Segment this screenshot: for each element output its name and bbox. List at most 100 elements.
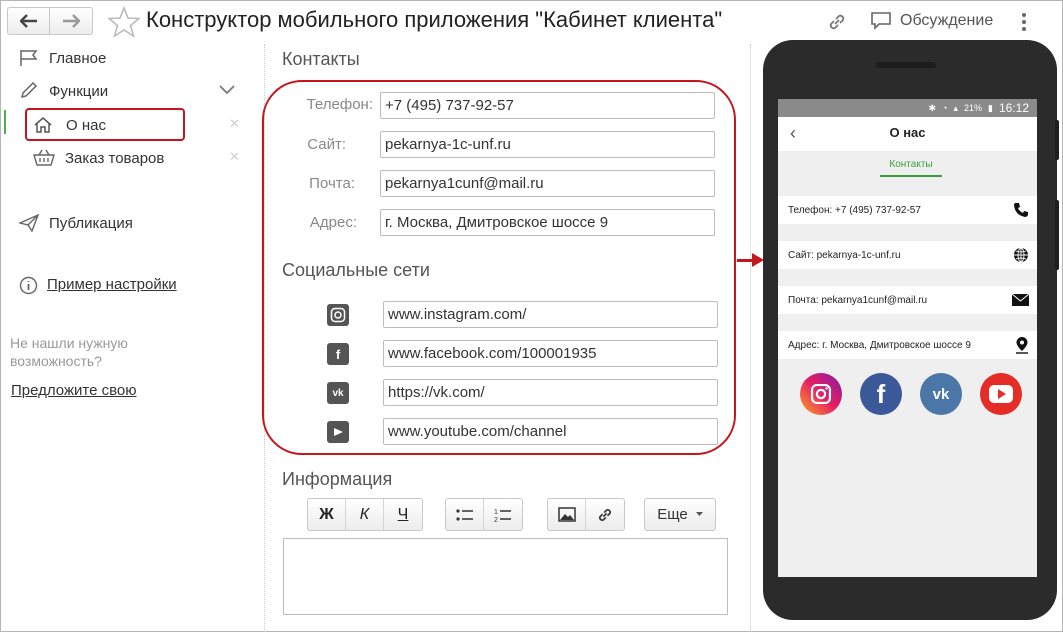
more-label: Еще [657,506,688,523]
flag-icon [20,50,38,66]
wifi-icon: ◔ [942,103,948,113]
sidebar-item-label: Функции [49,82,109,100]
back-button[interactable] [7,7,50,35]
numbered-list-icon: 12 [494,509,511,523]
status-bar: ✱ ◔ ▴ 21% ▮ 16:12 [778,99,1037,117]
info-title: Информация [282,469,393,489]
clock: 16:12 [998,101,1029,115]
bold-button[interactable]: Ж [308,499,346,530]
insert-image-button[interactable] [548,499,586,530]
site-field[interactable] [380,131,715,158]
info-icon [19,276,38,295]
site-row[interactable]: Сайт: pekarnya-1c-unf.ru [778,241,1037,269]
link-icon[interactable] [826,11,848,33]
address-field[interactable] [380,209,715,236]
battery-icon: ▮ [988,102,993,113]
phone-label: Телефон: [306,96,373,113]
email-label: Почта: [309,175,355,192]
more-button[interactable]: Еще [644,498,716,531]
info-textarea[interactable] [283,538,728,615]
email-row[interactable]: Почта: pekarnya1cunf@mail.ru [778,286,1037,314]
insert-toolbar [547,498,625,531]
phone-field[interactable] [380,92,715,119]
phone-row[interactable]: Телефон: +7 (495) 737-92-57 [778,196,1037,224]
page-title: Конструктор мобильного приложения "Кабин… [146,7,723,32]
italic-button[interactable]: К [346,499,384,530]
example-settings-link[interactable]: Пример настройки [47,276,177,293]
phone-button [1055,120,1059,160]
pencil-icon [20,82,38,99]
sidebar-item-functions[interactable]: Функции [19,82,108,100]
favorite-star-icon[interactable] [108,6,140,38]
sidebar-item-label: Публикация [49,214,133,232]
divider [750,44,751,632]
bullet-list-button[interactable] [446,499,484,530]
discussion-label: Обсуждение [900,12,994,29]
arrow-left-icon [19,14,37,28]
send-icon [19,214,39,232]
numbered-list-button[interactable]: 12 [484,499,522,530]
facebook-circle-icon[interactable]: f [860,373,902,415]
phone-row-text: Телефон: +7 (495) 737-92-57 [788,204,921,216]
phone-screen: ✱ ◔ ▴ 21% ▮ 16:12 ‹ О нас Контакты Телеф… [778,99,1037,577]
close-icon[interactable]: ✕ [229,149,240,165]
app-bar: ‹ О нас [778,117,1037,151]
sidebar-item-main[interactable]: Главное [19,49,106,67]
tab-underline [880,175,942,177]
sidebar-item-publish[interactable]: Публикация [19,214,133,232]
instagram-field[interactable] [383,301,718,328]
tab-bar: Контакты [778,151,1037,179]
battery-level: 21% [964,103,983,113]
discussion-button[interactable]: Обсуждение [870,11,993,31]
arrow-right-icon [63,14,80,28]
hint-text: Не нашли нужную возможность? [10,335,128,369]
underline-button[interactable]: Ч [384,499,422,530]
youtube-icon [327,421,349,443]
address-row[interactable]: Адрес: г. Москва, Дмитровское шоссе 9 [778,331,1037,359]
vk-icon: vk [327,382,349,404]
caret-down-icon [695,512,703,516]
vk-circle-icon[interactable]: vk [920,373,962,415]
tab-contacts[interactable]: Контакты [881,159,941,170]
svg-text:2: 2 [494,517,498,523]
svg-text:1: 1 [494,509,498,516]
sidebar-item-label: Заказ товаров [65,149,165,167]
highlight-about [25,108,185,141]
sidebar-item-orders[interactable]: Заказ товаров [33,149,164,167]
insert-link-button[interactable] [586,499,624,530]
bullet-list-icon [455,508,473,521]
format-toolbar: Ж К Ч [307,498,423,531]
youtube-field[interactable] [383,418,718,445]
phone-icon [1014,203,1028,217]
top-bar: Конструктор мобильного приложения "Кабин… [0,0,1063,44]
instagram-circle-icon[interactable] [800,373,842,415]
close-icon[interactable]: ✕ [229,116,240,132]
image-icon [557,507,576,522]
link-icon [599,508,611,521]
youtube-circle-icon[interactable] [980,373,1022,415]
signal-icon: ▴ [953,102,958,113]
contacts-title: Контакты [282,49,360,69]
globe-icon [1014,247,1028,263]
sidebar-item-label: Главное [49,49,107,67]
phone-speaker [876,62,936,68]
address-label: Адрес: [309,214,357,231]
address-row-text: Адрес: г. Москва, Дмитровское шоссе 9 [788,339,971,351]
basket-icon [33,149,55,166]
list-toolbar: 12 [445,498,523,531]
facebook-field[interactable] [383,340,718,367]
location-pin-icon [1016,337,1028,354]
more-vertical-icon[interactable] [1018,10,1030,34]
site-label: Сайт: [307,136,346,153]
chevron-down-icon[interactable] [218,84,236,96]
suggest-link[interactable]: Предложите свою [11,382,137,399]
social-title: Социальные сети [282,260,430,280]
vk-field[interactable] [383,379,718,406]
forward-button[interactable] [50,7,93,35]
active-indicator [4,110,6,134]
phone-button [1055,200,1059,270]
chat-icon [871,12,891,30]
instagram-icon [327,304,349,326]
email-row-text: Почта: pekarnya1cunf@mail.ru [788,294,928,306]
email-field[interactable] [380,170,715,197]
